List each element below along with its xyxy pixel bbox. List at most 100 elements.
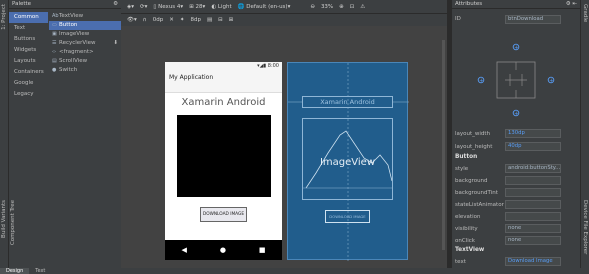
- onclick-label: onClick: [455, 238, 475, 244]
- palette-item-scrollview[interactable]: ▤ ScrollView: [49, 57, 121, 66]
- palette-category-common[interactable]: Common: [9, 12, 48, 23]
- editor-mode-tabs: Design Text: [0, 268, 589, 274]
- zoom-fit-icon[interactable]: ⊡: [350, 4, 355, 10]
- app-bar: ▾◢▮ 8:00 My Application: [165, 62, 282, 93]
- textview-section-header: TextView: [455, 247, 485, 253]
- magnet-icon[interactable]: ∩: [143, 17, 147, 23]
- state-list-animator-field[interactable]: [505, 200, 561, 209]
- gradle-tool-tab[interactable]: Gradle: [582, 4, 588, 22]
- tab-text[interactable]: Text: [29, 268, 51, 274]
- id-field[interactable]: btnDownload: [505, 15, 561, 24]
- elevation-label: elevation: [455, 214, 481, 220]
- code-icon: ‹›: [52, 49, 56, 55]
- palette-category-widgets[interactable]: Widgets: [9, 45, 48, 56]
- svg-text:+: +: [514, 111, 518, 117]
- palette-category-layouts[interactable]: Layouts: [9, 56, 48, 67]
- orientation-icon[interactable]: ⟳▾: [140, 4, 147, 10]
- right-tool-strip: Gradle Device File Explorer: [580, 0, 589, 274]
- align-icon[interactable]: ⊟: [218, 17, 223, 23]
- constraint-widget[interactable]: + + + +: [476, 43, 556, 117]
- design-preview[interactable]: ▾◢▮ 8:00 My Application Xamarin Android …: [165, 62, 282, 260]
- layout-height-label: layout_height: [455, 144, 493, 150]
- state-list-animator-label: stateListAnimator: [455, 202, 504, 208]
- blueprint-imageview-label: ImageView: [319, 157, 376, 168]
- svg-text:+: +: [514, 45, 518, 51]
- svg-text:+: +: [479, 78, 483, 84]
- blueprint-heading[interactable]: Xamarin Android: [302, 96, 393, 108]
- visibility-field[interactable]: none: [505, 224, 561, 233]
- palette-category-buttons[interactable]: Buttons: [9, 34, 48, 45]
- margin-value[interactable]: 8dp: [190, 17, 200, 23]
- svg-text:+: +: [549, 78, 553, 84]
- palette-item-switch[interactable]: ● Switch: [49, 66, 121, 75]
- home-icon: ●: [219, 246, 226, 254]
- visibility-label: visibility: [455, 226, 478, 232]
- palette-item-imageview[interactable]: ▣ ImageView: [49, 30, 121, 39]
- background-tint-field[interactable]: [505, 188, 561, 197]
- attributes-settings-icon[interactable]: ⚙ ⇤: [566, 0, 577, 8]
- nav-bar: ◀ ● ■: [165, 240, 282, 260]
- download-button[interactable]: DOWNLOAD IMAGE: [200, 207, 247, 222]
- background-tint-label: backgroundTint: [455, 190, 498, 196]
- eye-icon[interactable]: 👁▾: [127, 17, 137, 23]
- warnings-icon[interactable]: ⚠: [360, 4, 365, 10]
- palette-header: Palette ⚙: [9, 0, 121, 9]
- id-label: ID: [455, 16, 461, 22]
- layout-height-field[interactable]: 40dp: [505, 142, 561, 151]
- palette-category-containers[interactable]: Containers: [9, 67, 48, 78]
- app-title: My Application: [169, 74, 214, 81]
- heading-text[interactable]: Xamarin Android: [165, 97, 282, 108]
- palette-item-textview[interactable]: Ab TextView: [49, 12, 121, 21]
- pack-icon[interactable]: ▤: [207, 17, 212, 23]
- project-tool-tab[interactable]: 1: Project: [1, 4, 7, 30]
- scroll-icon: ▤: [52, 58, 57, 64]
- design-toolbar-2: 👁▾ ∩ 0dp ✕ ✦ 8dp ▤ ⊟ ⊞: [121, 14, 447, 26]
- palette-categories: Common Text Buttons Widgets Layouts Cont…: [9, 12, 48, 100]
- palette-title: Palette: [12, 1, 32, 7]
- zoom-level: 33%: [320, 3, 334, 10]
- design-toolbar: ◈▾ ⟳▾ ▯ Nexus 4▾ ⊞ 28▾ ◐ Light 🌐 Default…: [121, 0, 447, 14]
- image-view[interactable]: [177, 115, 271, 197]
- palette-category-google[interactable]: Google: [9, 78, 48, 89]
- switch-icon: ●: [52, 67, 57, 73]
- style-field[interactable]: android:buttonSty...: [505, 164, 561, 173]
- api-select[interactable]: ⊞ 28▾: [189, 4, 205, 10]
- background-field[interactable]: [505, 176, 561, 185]
- theme-select[interactable]: ◐ Light: [211, 4, 231, 10]
- layout-width-field[interactable]: 130dp: [505, 129, 561, 138]
- infer-constraints-icon[interactable]: ✦: [180, 17, 185, 23]
- attribute-rows: layout_width 130dp layout_height 40dp Bu…: [452, 128, 580, 268]
- download-icon[interactable]: ⬇: [113, 39, 118, 48]
- background-label: background: [455, 178, 488, 184]
- build-variants-tool-tab[interactable]: Build Variants: [1, 200, 7, 238]
- blueprint-button[interactable]: DOWNLOAD IMAGE: [325, 210, 370, 223]
- zoom-out-icon[interactable]: ⊖: [310, 4, 315, 10]
- palette-category-text[interactable]: Text: [9, 23, 48, 34]
- device-file-explorer-tab[interactable]: Device File Explorer: [582, 200, 588, 254]
- device-select[interactable]: ▯ Nexus 4▾: [153, 4, 183, 10]
- textview-icon: Ab: [52, 13, 59, 19]
- zoom-in-icon[interactable]: ⊕: [339, 4, 344, 10]
- palette-item-button[interactable]: ▭ Button: [49, 21, 121, 30]
- text-field[interactable]: Download Image: [505, 257, 561, 266]
- list-icon: ☰: [52, 40, 57, 46]
- palette-category-legacy[interactable]: Legacy: [9, 89, 48, 100]
- palette-item-recyclerview[interactable]: ☰ RecyclerView ⬇: [49, 39, 121, 48]
- guidelines-icon[interactable]: ⊞: [229, 17, 234, 23]
- elevation-field[interactable]: [505, 212, 561, 221]
- palette-item-fragment[interactable]: ‹› <fragment>: [49, 48, 121, 57]
- canvas-scrollbar[interactable]: [442, 40, 445, 250]
- status-icons: ▾◢▮ 8:00: [257, 63, 279, 69]
- blueprint-view[interactable]: Xamarin Android ImageView DOWNLOAD IMAGE: [287, 62, 409, 261]
- palette-settings-icon[interactable]: ⚙: [113, 0, 118, 8]
- locale-select[interactable]: 🌐 Default (en-us)▾: [238, 4, 291, 10]
- onclick-field[interactable]: none: [505, 236, 561, 245]
- clear-constraints-icon[interactable]: ✕: [169, 17, 174, 23]
- recents-icon: ■: [258, 246, 266, 254]
- image-icon: ▣: [52, 31, 57, 37]
- attributes-title: Attributes: [455, 1, 483, 7]
- palette-panel: Palette ⚙ Common Text Buttons Widgets La…: [9, 0, 121, 268]
- margin-select[interactable]: 0dp: [153, 17, 163, 23]
- layers-icon[interactable]: ◈▾: [127, 4, 134, 10]
- tab-design[interactable]: Design: [0, 268, 30, 274]
